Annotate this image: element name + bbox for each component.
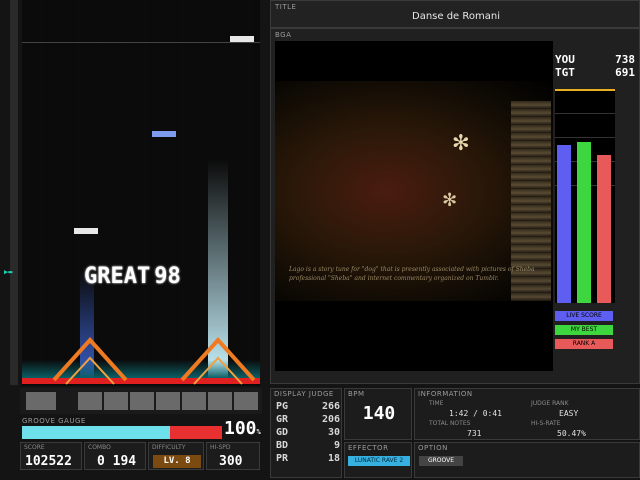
score-graph bbox=[555, 89, 615, 303]
hispeed-panel: HI-SPD 300 bbox=[206, 442, 260, 470]
song-title: Danse de Romani bbox=[412, 11, 500, 22]
bpm-label: BPM bbox=[348, 390, 365, 398]
key-4 bbox=[130, 392, 154, 410]
title-panel: TITLE Danse de Romani bbox=[270, 0, 640, 28]
note-blue bbox=[152, 131, 176, 137]
key-2 bbox=[78, 392, 102, 410]
bpm-value: 140 bbox=[362, 403, 396, 424]
tgt-label: TGT bbox=[555, 66, 575, 79]
groove-gauge bbox=[22, 426, 222, 439]
groove-gauge-red bbox=[170, 426, 222, 439]
you-value: 738 bbox=[615, 53, 635, 66]
groove-gauge-fill bbox=[22, 426, 170, 439]
you-label: YOU bbox=[555, 53, 575, 66]
groove-value-text: 100 bbox=[224, 418, 257, 439]
key-8 bbox=[234, 392, 258, 410]
lane-2 bbox=[48, 0, 72, 380]
title-label: TITLE bbox=[275, 3, 297, 11]
effector-value: LUNATIC RAVE 2 bbox=[348, 456, 410, 466]
you-score: YOU 738 bbox=[555, 53, 639, 66]
judge-row-pr: PR 18 bbox=[276, 453, 340, 464]
bga-lyrics: Lago is a story tune for "dog" that is p… bbox=[289, 266, 535, 282]
display-judge-label: DISPLAY JUDGE bbox=[274, 390, 334, 398]
graph-bar-live-score bbox=[557, 145, 571, 303]
measure-line bbox=[22, 42, 260, 43]
total-notes-value: 731 bbox=[467, 429, 482, 438]
information-panel: INFORMATION TIME 1:42 / 0:41 JUDGE RANK … bbox=[414, 388, 640, 440]
option-panel: OPTION GROOVE bbox=[414, 442, 640, 478]
judge-text: GREAT bbox=[84, 264, 151, 289]
hispeed-value: 300 bbox=[219, 454, 243, 469]
score-label: SCORE bbox=[24, 444, 45, 451]
key-1 bbox=[26, 392, 56, 410]
groove-gauge-label: GROOVE GAUGE bbox=[22, 417, 86, 425]
groove-unit: % bbox=[256, 428, 261, 436]
bga-flower: ✻ bbox=[453, 127, 469, 157]
key-5 bbox=[156, 392, 180, 410]
total-notes-label: TOTAL NOTES bbox=[429, 420, 471, 427]
judge-row-pg: PG 266 bbox=[276, 401, 340, 412]
key-6 bbox=[182, 392, 206, 410]
judge-row-bd: BD 9 bbox=[276, 440, 340, 451]
key-7 bbox=[208, 392, 232, 410]
bomb-effect bbox=[180, 337, 256, 385]
legend-my-best: MY BEST bbox=[555, 325, 613, 335]
combo-panel: COMBO 0 194 bbox=[84, 442, 146, 470]
bpm-panel: BPM 140 bbox=[344, 388, 412, 440]
option-value: GROOVE bbox=[419, 456, 463, 466]
key-3 bbox=[104, 392, 128, 410]
lane-7 bbox=[178, 0, 202, 380]
graph-bar-my-best bbox=[577, 142, 591, 303]
difficulty-panel: DIFFICULTY LV. 8 bbox=[148, 442, 204, 470]
bga-label: BGA bbox=[275, 31, 292, 39]
judge-row-gd: GD 30 bbox=[276, 427, 340, 438]
option-label: OPTION bbox=[418, 444, 448, 452]
judge-combo: 98 bbox=[154, 264, 181, 289]
combo-label: COMBO bbox=[88, 444, 111, 451]
lane-9 bbox=[230, 0, 254, 380]
play-field: GREAT 98 bbox=[22, 0, 260, 386]
graph-gridline bbox=[555, 113, 615, 114]
graph-gridline bbox=[555, 137, 615, 138]
groove-gauge-value: 100% bbox=[224, 418, 261, 439]
lane-6 bbox=[152, 0, 176, 380]
information-label: INFORMATION bbox=[418, 390, 473, 398]
target-score: TGT 691 bbox=[555, 66, 639, 79]
time-value: 1:42 / 0:41 bbox=[449, 409, 502, 418]
lane-4 bbox=[100, 0, 124, 380]
hispeed-label: HI-SPD bbox=[210, 444, 231, 451]
difficulty-value: LV. 8 bbox=[153, 455, 201, 468]
judge-display: GREAT 98 bbox=[84, 264, 181, 289]
lane-scroll-track bbox=[10, 0, 18, 385]
graph-bar-rank bbox=[597, 155, 611, 303]
bga-panel: BGA ✻ ✻ Lago is a story tune for "dog" t… bbox=[270, 28, 640, 384]
tgt-value: 691 bbox=[615, 66, 635, 79]
judge-rank-label: JUDGE RANK bbox=[531, 400, 569, 407]
score-panel: SCORE 102522 bbox=[20, 442, 82, 470]
graph-max-line bbox=[555, 89, 615, 91]
note-white bbox=[74, 228, 98, 234]
judge-row-gr: GR 206 bbox=[276, 414, 340, 425]
time-label: TIME bbox=[429, 400, 444, 407]
effector-label: EFFECTOR bbox=[348, 444, 389, 452]
bga-video: ✻ ✻ Lago is a story tune for "dog" that … bbox=[275, 41, 553, 371]
note-white bbox=[230, 36, 254, 42]
lane-1 bbox=[22, 0, 46, 380]
hi-s-rate-label: HI-S-RATE bbox=[531, 420, 561, 427]
effector-panel: EFFECTOR LUNATIC RAVE 2 bbox=[344, 442, 412, 478]
combo-value: 0 194 bbox=[97, 454, 137, 469]
bomb-effect bbox=[52, 337, 128, 385]
legend-live-score: LIVE SCORE bbox=[555, 311, 613, 321]
hi-s-rate-value: 50.47% bbox=[557, 429, 586, 438]
bga-flower: ✻ bbox=[443, 187, 457, 212]
lane-5 bbox=[126, 0, 150, 380]
lane-position-marker: ▶▬ bbox=[4, 268, 13, 276]
judge-rank-value: EASY bbox=[559, 409, 579, 418]
score-value: 102522 bbox=[25, 454, 72, 469]
legend-rank: RANK A bbox=[555, 339, 613, 349]
difficulty-label: DIFFICULTY bbox=[152, 444, 186, 451]
